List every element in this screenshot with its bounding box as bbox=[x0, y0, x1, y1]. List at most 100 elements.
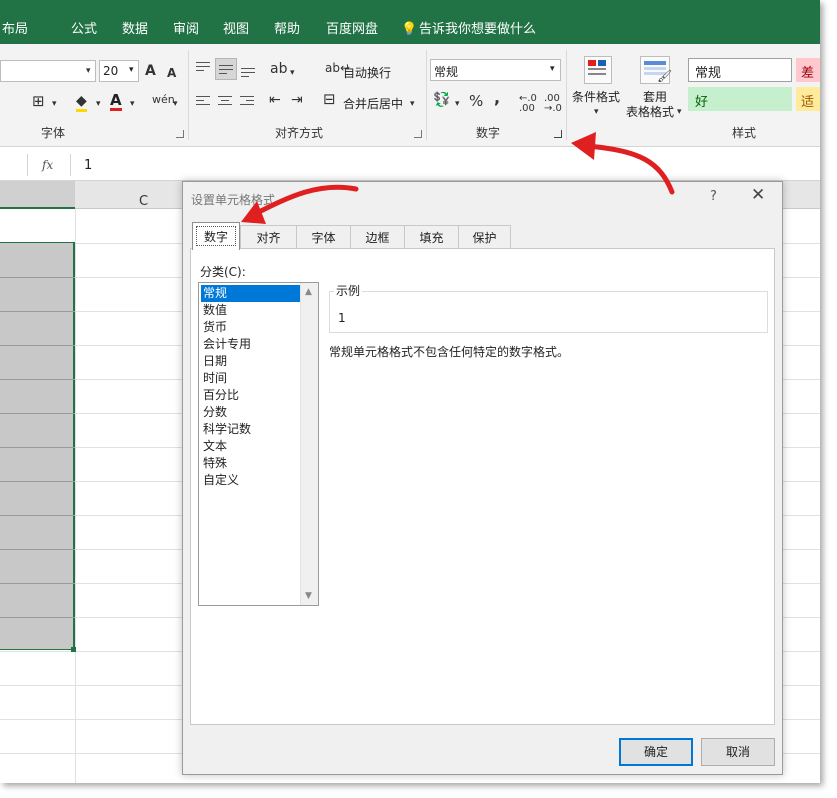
align-left-icon[interactable] bbox=[196, 96, 210, 108]
conditional-format-button[interactable]: 条件格式 bbox=[572, 88, 620, 105]
category-item-percentage[interactable]: 百分比 bbox=[201, 387, 301, 404]
selected-cell-range[interactable] bbox=[0, 242, 75, 650]
fill-color-icon[interactable]: ◆ bbox=[76, 93, 87, 112]
align-bottom-icon[interactable] bbox=[241, 68, 255, 80]
category-item-date[interactable]: 日期 bbox=[201, 353, 301, 370]
fill-handle[interactable] bbox=[71, 647, 76, 652]
increase-decimal-button[interactable]: ←.0 .00 bbox=[519, 94, 539, 114]
font-size-combobox[interactable]: 20 ▾ bbox=[99, 60, 139, 82]
decrease-decimal-button[interactable]: .00 →.0 bbox=[544, 94, 564, 114]
wrap-text-button[interactable]: 自动换行 bbox=[343, 64, 391, 81]
menu-baidu-netdisk[interactable]: 百度网盘 bbox=[326, 22, 378, 38]
style-bad-label: 差 bbox=[801, 66, 815, 81]
format-as-table-icon: 🖌 bbox=[640, 56, 672, 84]
align-top-icon[interactable] bbox=[196, 62, 210, 74]
shrink-font-icon[interactable]: A bbox=[167, 65, 176, 81]
chevron-down-icon[interactable]: ▾ bbox=[677, 104, 682, 120]
tell-me-search[interactable]: 告诉我你想要做什么 bbox=[419, 22, 536, 38]
formula-bar: fx 1 bbox=[0, 150, 820, 181]
tab-border[interactable]: 边框 bbox=[350, 225, 405, 249]
dialog-title: 设置单元格格式 bbox=[191, 193, 276, 207]
menu-bar: 布局 公式 数据 审阅 视图 帮助 百度网盘 💡 告诉我你想要做什么 bbox=[0, 0, 820, 44]
merge-center-button[interactable]: 合并后居中 bbox=[343, 95, 403, 112]
style-good-cell[interactable]: 好 bbox=[688, 87, 792, 111]
category-label: 分类(C): bbox=[200, 265, 246, 279]
category-item-general[interactable]: 常规 bbox=[201, 285, 301, 302]
category-item-number[interactable]: 数值 bbox=[201, 302, 301, 319]
lightbulb-icon: 💡 bbox=[401, 22, 418, 37]
font-dialog-launcher[interactable] bbox=[176, 130, 184, 138]
alignment-dialog-launcher[interactable] bbox=[414, 130, 422, 138]
chevron-down-icon[interactable]: ▾ bbox=[455, 96, 460, 112]
scroll-up-icon[interactable]: ▲ bbox=[305, 287, 312, 297]
tab-protection[interactable]: 保护 bbox=[458, 225, 511, 249]
ok-button[interactable]: 确定 bbox=[619, 738, 693, 766]
category-item-custom[interactable]: 自定义 bbox=[201, 472, 301, 489]
borders-icon[interactable]: ⊞ bbox=[32, 93, 45, 109]
menu-data[interactable]: 数据 bbox=[122, 22, 148, 38]
style-good-label: 好 bbox=[695, 95, 709, 110]
chevron-down-icon[interactable]: ▾ bbox=[594, 104, 599, 120]
category-item-special[interactable]: 特殊 bbox=[201, 455, 301, 472]
align-center-icon[interactable] bbox=[218, 96, 232, 108]
chevron-down-icon: ▾ bbox=[129, 65, 134, 75]
category-item-accounting[interactable]: 会计专用 bbox=[201, 336, 301, 353]
chevron-down-icon[interactable]: ▾ bbox=[410, 96, 415, 112]
category-item-currency[interactable]: 货币 bbox=[201, 319, 301, 336]
align-right-icon[interactable] bbox=[240, 96, 254, 108]
excel-window: 布局 公式 数据 审阅 视图 帮助 百度网盘 💡 告诉我你想要做什么 ▾ 20 … bbox=[0, 0, 820, 783]
font-color-icon[interactable]: A bbox=[110, 92, 122, 111]
menu-formulas[interactable]: 公式 bbox=[71, 22, 97, 38]
style-bad-cell[interactable]: 差 bbox=[796, 58, 820, 82]
percent-style-button[interactable]: % bbox=[469, 93, 483, 109]
category-item-text[interactable]: 文本 bbox=[201, 438, 301, 455]
chevron-down-icon[interactable]: ▾ bbox=[173, 96, 178, 112]
menu-view[interactable]: 视图 bbox=[223, 22, 249, 38]
menu-layout[interactable]: 布局 bbox=[2, 22, 28, 38]
grow-font-icon[interactable]: A bbox=[145, 63, 156, 79]
chevron-down-icon[interactable]: ▾ bbox=[96, 96, 101, 112]
column-header-c[interactable]: C bbox=[139, 194, 148, 209]
menu-review[interactable]: 审阅 bbox=[173, 22, 199, 38]
orientation-icon[interactable]: ab bbox=[270, 61, 287, 77]
phonetic-icon[interactable]: wén bbox=[152, 92, 175, 108]
decrease-indent-icon[interactable]: ⇤ bbox=[269, 92, 281, 108]
category-item-fraction[interactable]: 分数 bbox=[201, 404, 301, 421]
font-name-combobox[interactable] bbox=[0, 60, 96, 82]
close-button[interactable]: ✕ bbox=[751, 185, 765, 205]
font-size-value: 20 bbox=[103, 64, 119, 78]
number-format-dialog-launcher[interactable] bbox=[554, 130, 562, 138]
chevron-down-icon[interactable]: ▾ bbox=[130, 96, 135, 112]
column-header-b[interactable] bbox=[0, 181, 75, 209]
accounting-format-icon[interactable]: 💱 bbox=[433, 92, 450, 108]
cancel-button[interactable]: 取消 bbox=[701, 738, 775, 766]
tab-font[interactable]: 字体 bbox=[296, 225, 351, 249]
tab-alignment[interactable]: 对齐 bbox=[240, 225, 297, 249]
menu-help[interactable]: 帮助 bbox=[274, 22, 300, 38]
number-format-combobox[interactable]: 常规 ▾ bbox=[430, 59, 561, 81]
sample-box: 1 bbox=[329, 291, 768, 333]
group-separator bbox=[566, 50, 567, 140]
help-button[interactable]: ? bbox=[710, 189, 717, 204]
tab-number[interactable]: 数字 bbox=[192, 222, 240, 250]
insert-function-icon[interactable]: fx bbox=[42, 158, 53, 172]
category-item-time[interactable]: 时间 bbox=[201, 370, 301, 387]
style-neutral-cell[interactable]: 适 bbox=[796, 87, 820, 111]
alignment-group-label: 对齐方式 bbox=[275, 126, 324, 140]
tab-fill[interactable]: 填充 bbox=[404, 225, 459, 249]
formula-input[interactable]: 1 bbox=[84, 158, 92, 173]
style-normal-cell[interactable]: 常规 bbox=[688, 58, 792, 82]
chevron-down-icon: ▾ bbox=[550, 64, 555, 74]
chevron-down-icon[interactable]: ▾ bbox=[52, 96, 57, 112]
chevron-down-icon[interactable]: ▾ bbox=[290, 65, 295, 81]
format-as-table-label-2[interactable]: 表格格式 bbox=[626, 103, 674, 120]
number-tab-panel: 分类(C): 常规 数值 货币 会计专用 日期 时间 百分比 分数 科学记数 文… bbox=[190, 248, 775, 725]
group-separator bbox=[426, 50, 427, 140]
category-item-scientific[interactable]: 科学记数 bbox=[201, 421, 301, 438]
category-listbox[interactable]: 常规 数值 货币 会计专用 日期 时间 百分比 分数 科学记数 文本 特殊 自定… bbox=[198, 282, 319, 606]
scroll-down-icon[interactable]: ▼ bbox=[305, 591, 312, 601]
chevron-down-icon: ▾ bbox=[86, 66, 91, 76]
comma-style-button[interactable]: , bbox=[494, 90, 500, 106]
increase-indent-icon[interactable]: ⇥ bbox=[291, 92, 303, 108]
category-scrollbar[interactable]: ▲ ▼ bbox=[300, 283, 318, 605]
